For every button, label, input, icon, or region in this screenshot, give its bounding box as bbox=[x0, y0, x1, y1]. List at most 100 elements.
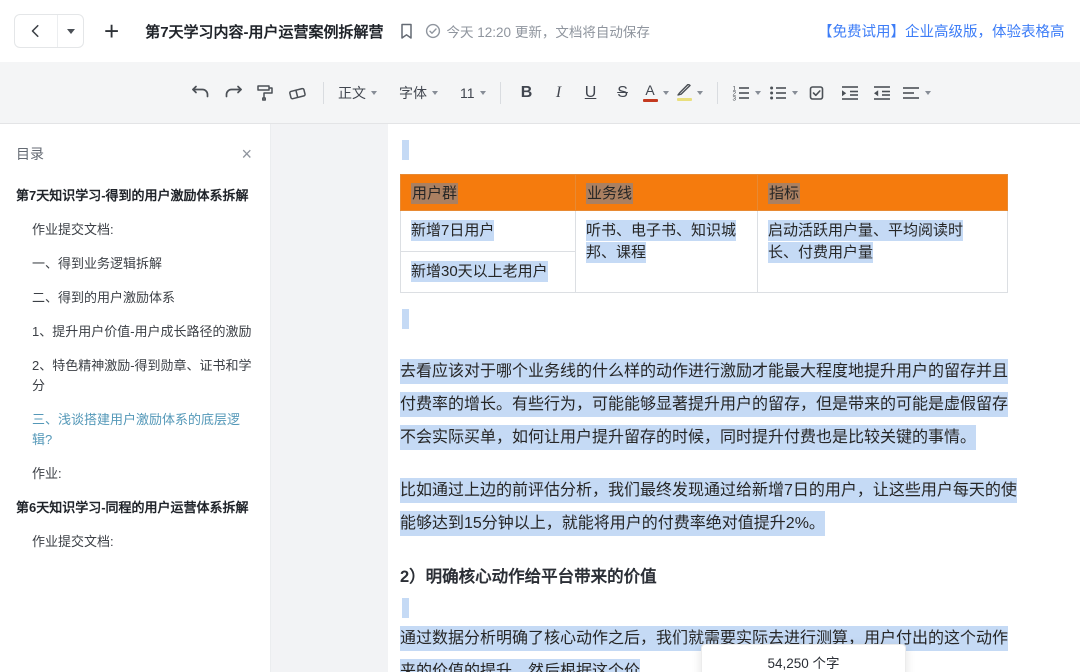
word-count-text: 54,250 个字 bbox=[767, 656, 840, 671]
chevron-down-icon bbox=[66, 28, 75, 34]
paragraph[interactable]: 去看应该对于哪个业务线的什么样的动作进行激励才能最大程度地提升用户的留存并且 付… bbox=[400, 355, 1080, 454]
chevron-down-icon bbox=[791, 90, 798, 95]
toc-title: 目录 bbox=[16, 146, 44, 162]
nav-group bbox=[14, 14, 84, 48]
toc-item-day7[interactable]: 第7天知识学习-得到的用户激励体系拆解 bbox=[16, 186, 252, 206]
paragraph-style-value: 正文 bbox=[338, 84, 366, 101]
undo-icon bbox=[192, 85, 209, 98]
text-line[interactable]: 付费率的增长。有些行为，可能能够显著提升用户的留存，但是带来的可能是虚假留存 bbox=[400, 388, 1080, 421]
bold-label: B bbox=[520, 83, 533, 101]
toc-item-day6[interactable]: 第6天知识学习-同程的用户运营体系拆解 bbox=[16, 498, 252, 518]
align-left-icon bbox=[902, 86, 919, 99]
check-circle-icon bbox=[425, 23, 440, 39]
eraser-icon bbox=[288, 87, 306, 99]
chevron-down-icon bbox=[754, 90, 761, 95]
text-line[interactable]: 不会实际买单，如何让用户提升留存的时候，同时提升付费也是比较关键的事情。 bbox=[400, 421, 1080, 454]
chevron-down-icon bbox=[371, 90, 377, 95]
align-button[interactable] bbox=[898, 77, 935, 109]
table-cell[interactable]: 新增7日用户 bbox=[400, 210, 576, 252]
svg-text:3: 3 bbox=[732, 95, 736, 101]
selection-mark bbox=[402, 598, 409, 618]
font-size-value: 11 bbox=[460, 84, 475, 101]
table-cell[interactable]: 新增30天以上老用户 bbox=[400, 251, 576, 293]
doc-editor-app: { "topbar": { "title": "第7天学习内容-用户运营案例拆解… bbox=[0, 0, 1080, 672]
table-cell-merged[interactable]: 启动活跃用户量、平均阅读时 长、付费用户量 bbox=[757, 210, 1008, 293]
promo-link[interactable]: 【免费试用】企业高级版，体验表格高 bbox=[818, 21, 1065, 42]
save-status: 今天 12:20 更新，文档将自动保存 bbox=[425, 21, 650, 41]
table-header-cell[interactable]: 指标 bbox=[757, 174, 1008, 211]
toc-item[interactable]: 二、得到的用户激励体系 bbox=[16, 288, 252, 308]
font-size-dropdown[interactable]: 11 bbox=[456, 77, 490, 109]
new-document-button[interactable]: + bbox=[104, 18, 119, 44]
format-painter-button[interactable] bbox=[249, 77, 281, 109]
font-color-button[interactable]: A bbox=[639, 77, 673, 109]
paragraph-style-dropdown[interactable]: 正文 bbox=[334, 77, 381, 109]
text-line[interactable]: 比如通过上边的前评估分析，我们最终发现通过给新增7日的用户，让这些用户每天的使 bbox=[400, 474, 1080, 507]
toc-item[interactable]: 作业提交文档: bbox=[16, 220, 252, 240]
document-heading[interactable]: 2）明确核心动作给平台带来的价值 bbox=[400, 564, 1080, 590]
chevron-down-icon bbox=[662, 90, 669, 95]
font-color-icon: A bbox=[642, 83, 658, 102]
table-cell-merged[interactable]: 听书、电子书、知识城 邦、课程 bbox=[575, 210, 758, 293]
clear-format-button[interactable] bbox=[281, 77, 313, 109]
italic-button[interactable]: I bbox=[543, 77, 575, 109]
bullet-list-button[interactable] bbox=[765, 77, 802, 109]
undo-button[interactable] bbox=[185, 77, 217, 109]
toolbar-divider bbox=[323, 81, 324, 104]
bullet-list-icon bbox=[769, 86, 786, 99]
selection-mark bbox=[402, 140, 409, 160]
bookmark-icon[interactable] bbox=[400, 23, 413, 39]
toc-item[interactable]: 1、提升用户价值-用户成长路径的激励 bbox=[16, 322, 252, 342]
underline-label: U bbox=[584, 83, 597, 101]
topbar: + 第7天学习内容-用户运营案例拆解营 今天 12:20 更新，文档将自动保存 … bbox=[0, 0, 1080, 62]
toc-item[interactable]: 一、得到业务逻辑拆解 bbox=[16, 254, 252, 274]
format-toolbar: 正文 字体 11 B I U S A 123 bbox=[0, 62, 1080, 124]
table-header-cell[interactable]: 用户群 bbox=[400, 174, 576, 211]
toc-sidebar: 目录 × 第7天知识学习-得到的用户激励体系拆解 作业提交文档: 一、得到业务逻… bbox=[0, 124, 271, 672]
strikethrough-button[interactable]: S bbox=[607, 77, 639, 109]
text-line[interactable]: 去看应该对于哪个业务线的什么样的动作进行激励才能最大程度地提升用户的留存并且 bbox=[400, 355, 1080, 388]
bold-button[interactable]: B bbox=[511, 77, 543, 109]
toc-item[interactable]: 作业提交文档: bbox=[16, 532, 252, 552]
word-count-badge: 54,250 个字 bbox=[701, 644, 906, 672]
indent-decrease-button[interactable] bbox=[866, 77, 898, 109]
strikethrough-label: S bbox=[617, 83, 628, 101]
underline-button[interactable]: U bbox=[575, 77, 607, 109]
italic-label: I bbox=[555, 83, 562, 101]
paragraph[interactable]: 比如通过上边的前评估分析，我们最终发现通过给新增7日的用户，让这些用户每天的使 … bbox=[400, 474, 1080, 540]
save-status-text: 今天 12:20 更新，文档将自动保存 bbox=[446, 25, 650, 40]
toolbar-divider bbox=[499, 81, 501, 104]
redo-button[interactable] bbox=[217, 77, 249, 109]
toc-item[interactable]: 2、特色精神激励-得到勋章、证书和学分 bbox=[16, 356, 252, 396]
checklist-button[interactable] bbox=[802, 77, 834, 109]
toc-item[interactable]: 作业: bbox=[16, 464, 252, 484]
highlighter-icon bbox=[676, 84, 692, 101]
selection-mark bbox=[402, 309, 409, 329]
indent-increase-button[interactable] bbox=[834, 77, 866, 109]
back-button[interactable] bbox=[15, 15, 57, 47]
table-header-cell[interactable]: 业务线 bbox=[575, 174, 758, 211]
close-icon[interactable]: × bbox=[241, 145, 252, 163]
table-header-row: 用户群 业务线 指标 bbox=[400, 174, 1008, 211]
chevron-left-icon bbox=[31, 24, 39, 38]
document-page[interactable]: 用户群 业务线 指标 新增7日用户 听书、电子书、知识城 邦、课程 启动活跃用户… bbox=[388, 124, 1080, 672]
toc-item-active[interactable]: 三、浅谈搭建用户激励体系的底层逻辑? bbox=[16, 410, 252, 450]
content-table[interactable]: 用户群 业务线 指标 新增7日用户 听书、电子书、知识城 邦、课程 启动活跃用户… bbox=[400, 174, 1008, 293]
toolbar-divider bbox=[716, 81, 718, 104]
chevron-down-icon bbox=[432, 90, 438, 95]
text-line[interactable]: 能够达到15分钟以上，就能将用户的付费率绝对值提升2%。 bbox=[400, 507, 1080, 540]
numbered-list-icon: 123 bbox=[732, 85, 749, 101]
indent-increase-icon bbox=[841, 85, 858, 100]
chevron-down-icon bbox=[479, 90, 486, 95]
numbered-list-button[interactable]: 123 bbox=[728, 77, 765, 109]
font-family-dropdown[interactable]: 字体 bbox=[395, 77, 442, 109]
table-row: 新增7日用户 听书、电子书、知识城 邦、课程 启动活跃用户量、平均阅读时 长、付… bbox=[400, 210, 1008, 293]
format-painter-icon bbox=[257, 85, 273, 101]
editor-canvas[interactable]: 用户群 业务线 指标 新增7日用户 听书、电子书、知识城 邦、课程 启动活跃用户… bbox=[271, 124, 1080, 672]
back-history-dropdown[interactable] bbox=[57, 15, 83, 47]
toc-header: 目录 × bbox=[16, 144, 252, 164]
checklist-icon bbox=[809, 85, 824, 100]
indent-decrease-icon bbox=[873, 85, 890, 100]
chevron-down-icon bbox=[924, 90, 931, 95]
highlight-color-button[interactable] bbox=[673, 77, 707, 109]
